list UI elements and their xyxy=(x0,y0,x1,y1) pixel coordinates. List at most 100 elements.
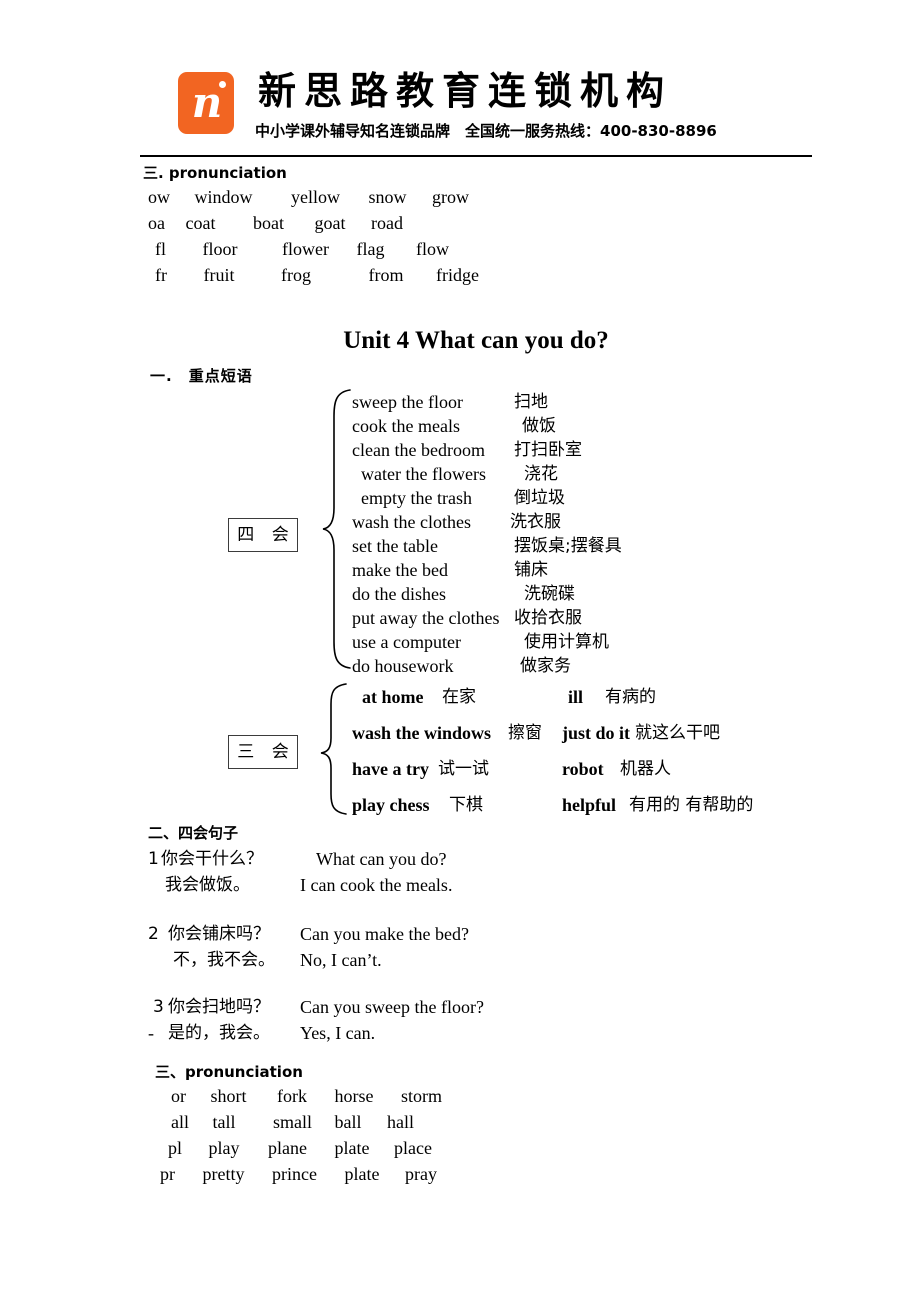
phrase-english: do the dishes xyxy=(352,584,446,604)
pronunciation-word: fridge xyxy=(436,265,479,285)
sanhui-right-chinese: 有病的 xyxy=(605,687,656,707)
pronunciation-word: plate xyxy=(334,1138,370,1158)
phrase-chinese: 摆饭桌;摆餐具 xyxy=(514,536,622,556)
sihui-brace-icon xyxy=(320,388,356,670)
pronunciation-word: plane xyxy=(268,1138,307,1158)
logo-dot-icon xyxy=(219,81,226,88)
sanhui-right-english: helpful xyxy=(562,795,617,815)
phrase-chinese: 打扫卧室 xyxy=(514,440,582,460)
phrase-english: wash the clothes xyxy=(352,512,471,532)
pronunciation-row: pr pretty prince plate pray xyxy=(160,1164,580,1190)
pronunciation-row: or short fork horse storm xyxy=(160,1086,580,1112)
pronunciation-row: ow window yellow snow grow xyxy=(148,187,568,213)
phrase-english: sweep the floor xyxy=(352,392,463,412)
sentence-answer-english: No, I can’t. xyxy=(300,950,382,970)
brand-subtitle: 中小学课外辅导知名连锁品牌 全国统一服务热线：400-830-8896 xyxy=(255,122,717,140)
pronunciation-word: hall xyxy=(387,1112,414,1132)
sanhui-right-english: robot xyxy=(562,759,604,779)
pronunciation-row: fr fruit frog from fridge xyxy=(148,265,568,291)
sentences-heading: 二、四会句子 xyxy=(148,824,239,842)
phrase-english: put away the clothes xyxy=(352,608,500,628)
phrase-english: empty the trash xyxy=(361,488,472,508)
phrase-chinese: 洗碗碟 xyxy=(524,584,575,604)
sentence-item: 2 你会铺床吗？ Can you make the bed? 不，我不会。 No… xyxy=(148,922,568,974)
pronunciation-word: flower xyxy=(282,239,329,259)
section-one-heading: 一. 重点短语 xyxy=(150,367,253,385)
page-title: Unit 4 What can you do? xyxy=(343,327,609,354)
pronunciation-word: pretty xyxy=(202,1164,245,1184)
sentence-question-english: Can you sweep the floor? xyxy=(300,997,484,1017)
pronunciation-word: flag xyxy=(356,239,385,259)
pronunciation-word: horse xyxy=(334,1086,374,1106)
pronunciation-word: place xyxy=(394,1138,432,1158)
sentence-question-english: What can you do? xyxy=(316,849,447,869)
sentence-answer-chinese: 是的，我会。 xyxy=(168,1023,270,1043)
pronunciation-word: ball xyxy=(334,1112,362,1132)
sentence-answer-marker: - xyxy=(148,1023,154,1043)
top-pronunciation-heading: 三. pronunciation xyxy=(143,164,287,182)
phrase-chinese: 做家务 xyxy=(520,656,571,676)
pronunciation-row: all tall small ball hall xyxy=(160,1112,580,1138)
phrase-chinese: 倒垃圾 xyxy=(514,488,565,508)
sentence-item: 3 你会扫地吗？ Can you sweep the floor? - 是的，我… xyxy=(148,995,568,1047)
phrase-english: do housework xyxy=(352,656,454,676)
sentence-answer-chinese: 我会做饭。 xyxy=(165,875,250,895)
sanhui-left-chinese: 在家 xyxy=(442,687,476,707)
pronunciation-key: ow xyxy=(148,187,170,207)
pronunciation-key: or xyxy=(171,1086,186,1106)
sanhui-left-chinese: 试一试 xyxy=(438,759,489,779)
pronunciation-word: play xyxy=(208,1138,240,1158)
phrase-chinese: 收拾衣服 xyxy=(514,608,582,628)
pronunciation-row: oa coat boat goat road xyxy=(148,213,568,239)
sanhui-left-english: have a try xyxy=(352,759,429,779)
pronunciation-word: snow xyxy=(368,187,407,207)
header-divider xyxy=(140,155,812,157)
pronunciation-key: fr xyxy=(155,265,167,285)
phrase-chinese: 洗衣服 xyxy=(510,512,561,532)
pronunciation-word: pray xyxy=(405,1164,437,1184)
phrase-english: set the table xyxy=(352,536,438,556)
pronunciation-word: from xyxy=(368,265,404,285)
pronunciation-key: pl xyxy=(168,1138,183,1158)
pronunciation-key: oa xyxy=(148,213,165,233)
phrase-chinese: 扫地 xyxy=(514,392,548,412)
top-pronunciation-list: ow window yellow snow grow oa coat boat … xyxy=(148,187,568,291)
phrase-chinese: 做饭 xyxy=(522,416,556,436)
sentence-question-chinese: 你会干什么？ xyxy=(161,849,263,869)
pronunciation-word: road xyxy=(371,213,403,233)
sentence-question-chinese: 你会铺床吗？ xyxy=(168,924,270,944)
pronunciation-key: all xyxy=(171,1112,189,1132)
phrase-chinese: 铺床 xyxy=(514,560,548,580)
pronunciation-word: fork xyxy=(277,1086,307,1106)
pronunciation-word: storm xyxy=(401,1086,443,1106)
pronunciation-key: pr xyxy=(160,1164,175,1184)
sanhui-brace-icon xyxy=(318,682,350,816)
pronunciation-row: fl floor flower flag flow xyxy=(148,239,568,265)
phrase-english: make the bed xyxy=(352,560,448,580)
sanhui-right-chinese: 有用的 有帮助的 xyxy=(629,795,754,815)
sentence-item: 1 你会干什么？ What can you do? 我会做饭。 I can co… xyxy=(148,847,568,899)
sentence-question-english: Can you make the bed? xyxy=(300,924,469,944)
document-page: n 新思路教育连锁机构 中小学课外辅导知名连锁品牌 全国统一服务热线：400-8… xyxy=(0,0,920,1302)
sentence-answer-english: Yes, I can. xyxy=(300,1023,376,1043)
bottom-pronunciation-list: or short fork horse storm all tall small… xyxy=(160,1086,580,1190)
pronunciation-word: tall xyxy=(212,1112,236,1132)
sanhui-left-english: wash the windows xyxy=(352,723,492,743)
pronunciation-word: flow xyxy=(416,239,449,259)
sanhui-left-chinese: 擦窗 xyxy=(508,723,542,743)
phrase-chinese: 使用计算机 xyxy=(524,632,609,652)
phrase-english: clean the bedroom xyxy=(352,440,485,460)
pronunciation-word: small xyxy=(273,1112,312,1132)
sentence-answer-chinese: 不，我不会。 xyxy=(173,950,275,970)
pronunciation-word: coat xyxy=(185,213,216,233)
sanhui-left-chinese: 下棋 xyxy=(449,795,483,815)
phrase-english: cook the meals xyxy=(352,416,460,436)
sentence-answer-english: I can cook the meals. xyxy=(300,875,453,895)
sentence-number: 2 xyxy=(148,924,159,944)
sentence-number: 1 xyxy=(148,849,159,869)
sanhui-right-chinese: 机器人 xyxy=(620,759,671,779)
pronunciation-word: yellow xyxy=(291,187,340,207)
brand-title: 新思路教育连锁机构 xyxy=(258,69,673,113)
pronunciation-word: fruit xyxy=(203,265,235,285)
pronunciation-word: prince xyxy=(272,1164,317,1184)
